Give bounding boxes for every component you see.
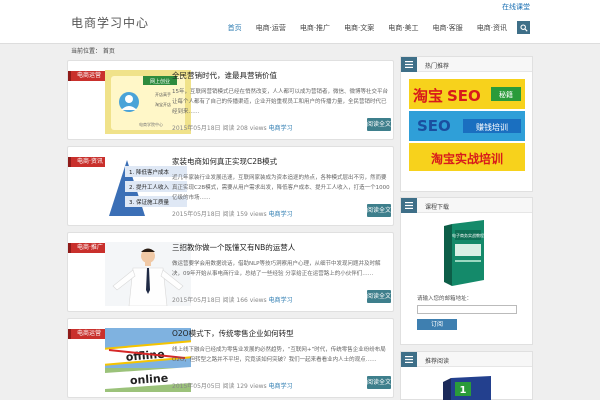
- thumb-name: 开店高手: [155, 91, 171, 97]
- post-author[interactable]: 电商学习: [269, 125, 293, 132]
- seo-ad-banner[interactable]: 淘宝 SEO 秘籍 SEO 赚钱培训 淘宝实战培训: [409, 79, 525, 171]
- post-views: 阅读 159 views: [222, 211, 267, 218]
- ad-word-6: 淘宝实战培训: [431, 151, 503, 166]
- post-meta: 2015年05月05日 阅读 129 views 电商学习: [172, 381, 293, 390]
- breadcrumb: 当前位置： 首页: [71, 48, 115, 55]
- sidebar-widget: 热门推荐 淘宝 SEO 秘籍 SEO 赚钱培训 淘宝实战培训: [400, 56, 533, 192]
- widget-title: 推荐阅读: [425, 358, 450, 365]
- post-excerpt: 近几年家装行业发展迅速，互联网家装成为资本追逐的热点，各种模式层出不穷，然而要真…: [172, 175, 390, 201]
- ad-word-5: 赚钱培训: [476, 122, 508, 132]
- read-more-button[interactable]: 阅读全文: [367, 376, 391, 389]
- thumb-row3: 3. 保证施工质量: [129, 198, 169, 206]
- widget-title: 热门推荐: [425, 63, 450, 70]
- post-card: 电商·资讯 1. 降低客户成本 2. 提升工人收入 3. 保证施工质量 家装电商…: [67, 146, 394, 226]
- nav-item-copywriting[interactable]: 电商·文案: [344, 23, 374, 33]
- post-category-tag[interactable]: 电商运营: [68, 71, 107, 81]
- menu-icon: [401, 57, 417, 72]
- search-button[interactable]: [517, 21, 530, 34]
- product-box-image[interactable]: 电子商务实战教程: [444, 220, 490, 286]
- post-date: 2015年05月18日: [172, 211, 221, 218]
- ad-word-2: SEO: [447, 87, 481, 105]
- thumb-badge: 网上创业: [150, 78, 170, 85]
- subscribe-button[interactable]: 订阅: [417, 319, 457, 330]
- post-views: 阅读 208 views: [222, 125, 267, 132]
- nav-item-design[interactable]: 电商·美工: [388, 23, 418, 33]
- post-date: 2015年05月05日: [172, 383, 221, 390]
- ad-word-4: SEO: [417, 117, 451, 135]
- post-excerpt: 做运营要学会用数据说话，借助NLP等技巧洞察用户心理，从细节中发现问题并及时解决…: [172, 261, 381, 277]
- nav-item-home[interactable]: 首页: [228, 23, 242, 33]
- widget-header: 热门推荐: [401, 57, 532, 72]
- post-date: 2015年05月18日: [172, 297, 221, 304]
- post-author[interactable]: 电商学习: [269, 297, 293, 304]
- post-excerpt: 15年，互联网营销模式已经在悄然改变，人人都可以成为营销者，微信、微博等社交平台…: [172, 89, 389, 115]
- thumb-row1: 1. 降低客户成本: [129, 168, 169, 176]
- post-category-tag[interactable]: 电商·资讯: [68, 157, 108, 167]
- post-views: 阅读 129 views: [222, 383, 267, 390]
- email-field[interactable]: [417, 305, 517, 314]
- post-title[interactable]: O2O模式下，传统零售企业如何转型: [172, 328, 294, 339]
- post-author[interactable]: 电商学习: [269, 383, 293, 390]
- nav-item-service[interactable]: 电商·客服: [433, 23, 463, 33]
- widget-title: 课程下载: [425, 204, 450, 211]
- post-card: 电商运营 网上创业 开店高手 淘宝开店 电商学院中心 全民营销时代，谁最具营销价…: [67, 60, 394, 140]
- post-excerpt: 线上线下融合已经成为零售业发展的必然趋势，“互联网+”时代，传统零售企业纷纷布局…: [172, 347, 386, 363]
- post-title[interactable]: 三招教你做一个既懂又有NB的运营人: [172, 242, 295, 253]
- main-nav: 首页 电商·运营 电商·推广 电商·文案 电商·美工 电商·客服 电商·资讯: [214, 21, 530, 34]
- thumb-line1: 淘宝开店: [155, 101, 171, 107]
- thumb-online: online: [130, 372, 169, 388]
- post-date: 2015年05月18日: [172, 125, 221, 132]
- read-more-button[interactable]: 阅读全文: [367, 290, 391, 303]
- post-title[interactable]: 家装电商如何真正实现C2B模式: [172, 156, 277, 167]
- menu-icon: [401, 198, 417, 213]
- ad-word-3: 秘籍: [499, 90, 513, 99]
- widget-header: 推荐阅读: [401, 352, 532, 367]
- read-more-button[interactable]: 阅读全文: [367, 118, 391, 131]
- top-link[interactable]: 在线课堂: [502, 2, 530, 12]
- post-meta: 2015年05月18日 阅读 159 views 电商学习: [172, 209, 293, 218]
- sidebar-widget: 课程下载 电子商务实战教程 请输入您的邮箱地址： 订阅: [400, 197, 533, 345]
- post-meta: 2015年05月18日 阅读 166 views 电商学习: [172, 295, 293, 304]
- nav-item-promotion[interactable]: 电商·推广: [300, 23, 330, 33]
- site-title[interactable]: 电商学习中心: [71, 14, 149, 31]
- product-box-title: 电子商务实战教程: [452, 232, 484, 238]
- read-more-button[interactable]: 阅读全文: [367, 204, 391, 217]
- widget-header: 课程下载: [401, 198, 532, 213]
- post-author[interactable]: 电商学习: [269, 211, 293, 218]
- sidebar-widget: 推荐阅读 1: [400, 351, 533, 400]
- post-meta: 2015年05月18日 阅读 208 views 电商学习: [172, 123, 293, 132]
- nav-item-news[interactable]: 电商·资讯: [477, 23, 507, 33]
- search-icon: [519, 23, 528, 32]
- product-box-number: 1: [460, 385, 467, 396]
- post-views: 阅读 166 views: [222, 297, 267, 304]
- thumb-line2: 电商学院中心: [139, 121, 163, 127]
- post-card: 电商运营 offline online O2O模式下，传统零售企业如何转型 线上…: [67, 318, 394, 398]
- thumb-row2: 2. 提升工人收入: [129, 183, 169, 191]
- nav-item-operation[interactable]: 电商·运营: [256, 23, 286, 33]
- post-title[interactable]: 全民营销时代，谁最具营销价值: [172, 70, 277, 81]
- post-category-tag[interactable]: 电商·推广: [68, 243, 108, 253]
- ad-word-1: 淘宝: [412, 87, 443, 105]
- product-box-image[interactable]: 1: [437, 376, 497, 400]
- email-label: 请输入您的邮箱地址：: [417, 296, 473, 302]
- menu-icon: [401, 352, 417, 367]
- post-category-tag[interactable]: 电商运营: [68, 329, 107, 339]
- post-card: 电商·推广 三招教你做一个既懂又有NB的运营人 做运营要学会用数据说话，借助NL…: [67, 232, 394, 312]
